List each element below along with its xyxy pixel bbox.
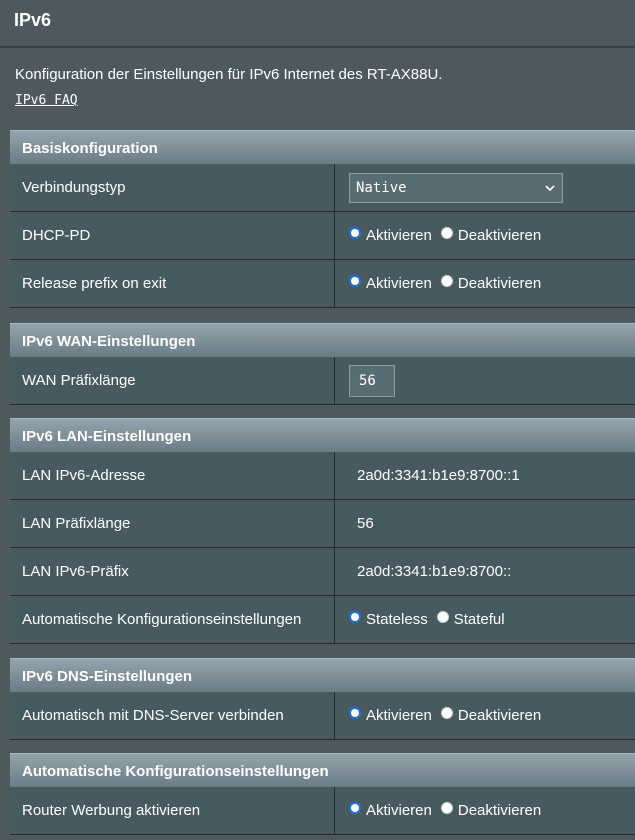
router-adv-label: Router Werbung aktivieren [10, 787, 335, 834]
wan-prefix-length-cell: 56 [335, 357, 635, 404]
dhcp-pd-enable-radio[interactable] [349, 226, 361, 239]
stateless-radio[interactable] [349, 610, 361, 623]
release-prefix-enable-label: Aktivieren [366, 275, 432, 292]
dhcp-pd-radio-group: Aktivieren Deaktivieren [349, 226, 544, 244]
section-header-lan: IPv6 LAN-Einstellungen [10, 418, 635, 452]
title-divider [0, 46, 635, 48]
row-release-prefix: Release prefix on exit Aktivieren Deakti… [10, 260, 635, 308]
release-prefix-radio-group: Aktivieren Deaktivieren [349, 274, 544, 292]
lan-address-value: 2a0d:3341:b1e9:8700::1 [357, 467, 520, 484]
connection-type-cell: Native [335, 164, 635, 211]
row-lan-address: LAN IPv6-Adresse 2a0d:3341:b1e9:8700::1 [10, 452, 635, 500]
wan-prefix-length-label: WAN Präfixlänge [10, 357, 335, 404]
router-adv-radio-group: Aktivieren Deaktivieren [349, 801, 544, 819]
router-adv-enable-label: Aktivieren [366, 802, 432, 819]
wan-prefix-length-input[interactable]: 56 [349, 364, 395, 397]
release-prefix-disable-label: Deaktivieren [457, 275, 542, 292]
lan-prefix-length-label: LAN Präfixlänge [10, 500, 335, 547]
dhcp-pd-enable-label: Aktivieren [366, 227, 432, 244]
lan-prefix-length-value: 56 [357, 515, 374, 532]
release-prefix-disable-radio[interactable] [440, 274, 453, 287]
lan-prefix-cell: 2a0d:3341:b1e9:8700:: [335, 548, 635, 595]
lan-autoconf-cell: Stateless Stateful [335, 596, 635, 643]
section-header-autoconf: Automatische Konfigurationseinstellungen [10, 753, 635, 787]
row-router-adv: Router Werbung aktivieren Aktivieren Dea… [10, 787, 635, 835]
auto-dns-radio-group: Aktivieren Deaktivieren [349, 706, 544, 724]
connection-type-value: Native [356, 179, 407, 196]
section-basis: Basiskonfiguration Verbindungstyp Native… [10, 130, 635, 308]
auto-dns-enable-label: Aktivieren [366, 707, 432, 724]
auto-dns-disable-radio[interactable] [440, 706, 453, 719]
auto-dns-disable-label: Deaktivieren [457, 707, 542, 724]
dhcp-pd-disable-label: Deaktivieren [457, 227, 542, 244]
row-connection-type: Verbindungstyp Native [10, 164, 635, 212]
router-adv-disable-label: Deaktivieren [457, 802, 542, 819]
page-title: IPv6 [14, 10, 52, 30]
release-prefix-label: Release prefix on exit [10, 260, 335, 307]
auto-dns-enable-radio[interactable] [349, 706, 361, 719]
stateful-label: Stateful [453, 611, 505, 628]
lan-address-label: LAN IPv6-Adresse [10, 452, 335, 499]
stateless-label: Stateless [366, 611, 428, 628]
lan-prefix-length-cell: 56 [335, 500, 635, 547]
auto-dns-cell: Aktivieren Deaktivieren [335, 692, 635, 739]
lan-prefix-label: LAN IPv6-Präfix [10, 548, 335, 595]
row-wan-prefix-length: WAN Präfixlänge 56 [10, 357, 635, 405]
router-adv-cell: Aktivieren Deaktivieren [335, 787, 635, 834]
section-lan: IPv6 LAN-Einstellungen LAN IPv6-Adresse … [10, 418, 635, 644]
row-lan-prefix: LAN IPv6-Präfix 2a0d:3341:b1e9:8700:: [10, 548, 635, 596]
router-adv-enable-radio[interactable] [349, 801, 361, 814]
section-dns: IPv6 DNS-Einstellungen Automatisch mit D… [10, 658, 635, 740]
dhcp-pd-cell: Aktivieren Deaktivieren [335, 212, 635, 259]
row-lan-prefix-length: LAN Präfixlänge 56 [10, 500, 635, 548]
release-prefix-enable-radio[interactable] [349, 274, 361, 287]
lan-autoconf-radio-group: Stateless Stateful [349, 610, 508, 628]
dhcp-pd-disable-radio[interactable] [440, 226, 453, 239]
auto-dns-label: Automatisch mit DNS-Server verbinden [10, 692, 335, 739]
row-dhcp-pd: DHCP-PD Aktivieren Deaktivieren [10, 212, 635, 260]
row-lan-autoconf: Automatische Konfigurationseinstellungen… [10, 596, 635, 644]
dhcp-pd-label: DHCP-PD [10, 212, 335, 259]
section-header-basis: Basiskonfiguration [10, 130, 635, 164]
connection-type-label: Verbindungstyp [10, 164, 335, 211]
page-description: Konfiguration der Einstellungen für IPv6… [15, 66, 443, 83]
section-header-dns: IPv6 DNS-Einstellungen [10, 658, 635, 692]
connection-type-select[interactable]: Native [349, 172, 563, 203]
section-autoconf: Automatische Konfigurationseinstellungen… [10, 753, 635, 835]
section-header-wan: IPv6 WAN-Einstellungen [10, 323, 635, 357]
ipv6-faq-link[interactable]: IPv6 FAQ [15, 93, 78, 108]
row-auto-dns: Automatisch mit DNS-Server verbinden Akt… [10, 692, 635, 740]
router-adv-disable-radio[interactable] [440, 801, 453, 814]
lan-autoconf-label: Automatische Konfigurationseinstellungen [10, 596, 335, 643]
stateful-radio[interactable] [436, 610, 449, 623]
section-wan: IPv6 WAN-Einstellungen WAN Präfixlänge 5… [10, 323, 635, 405]
lan-prefix-value: 2a0d:3341:b1e9:8700:: [357, 563, 512, 580]
release-prefix-cell: Aktivieren Deaktivieren [335, 260, 635, 307]
lan-address-cell: 2a0d:3341:b1e9:8700::1 [335, 452, 635, 499]
chevron-down-icon [545, 184, 555, 191]
